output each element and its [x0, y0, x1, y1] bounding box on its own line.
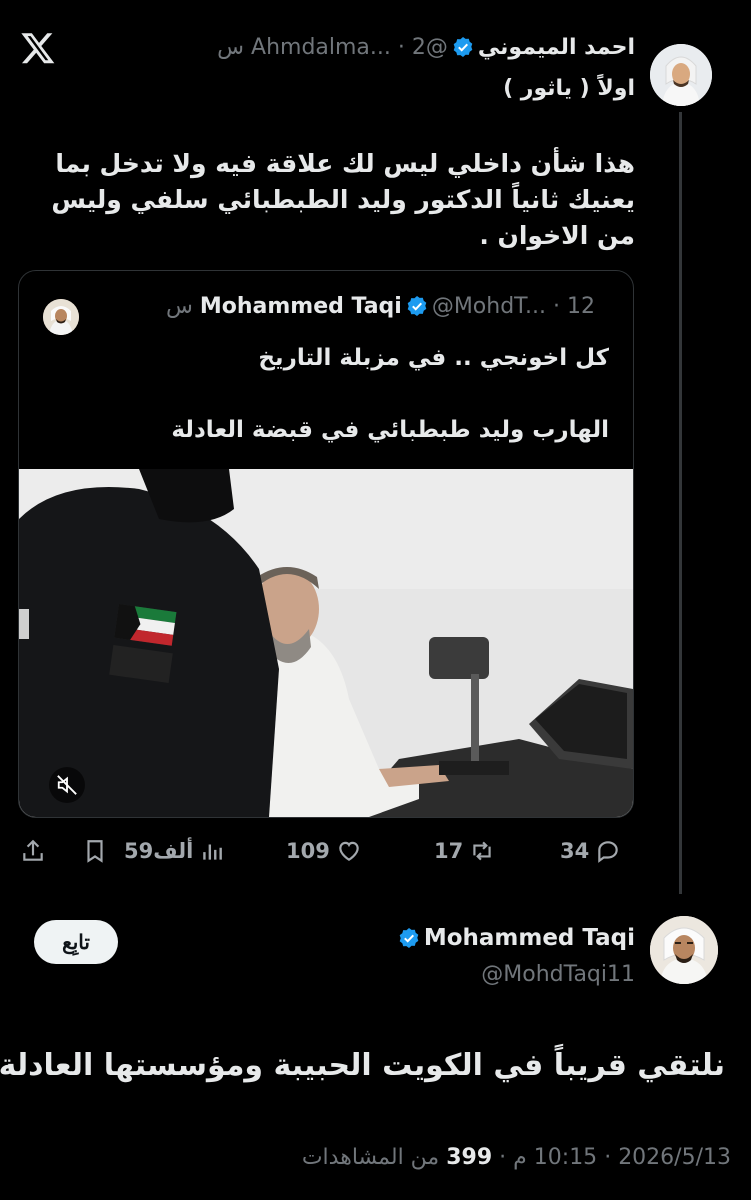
mute-button[interactable] [49, 767, 85, 803]
post-time[interactable]: 10:15 م [513, 1145, 597, 1170]
post-meta: 2026/5/13 · 10:15 م · 399 من المشاهدات [302, 1145, 731, 1170]
post-text: نلتقي قريباً في الكويت الحبيبة ومؤسستها … [0, 1048, 725, 1083]
heart-icon [339, 841, 359, 861]
reply-header: احمد الميموني@Ahmdalma... · 2 س [217, 34, 635, 62]
video-player[interactable] [19, 469, 633, 817]
quote-author-name: Mohammed Taqi [199, 294, 402, 319]
quoted-tweet[interactable]: Mohammed Taqi @MohdT... · 12 س كل اخونجي … [18, 270, 634, 818]
reply-count: 34 [560, 839, 590, 863]
author-avatar[interactable] [650, 916, 718, 984]
repost-icon [473, 841, 491, 861]
author-name[interactable]: احمد الميموني [478, 35, 635, 60]
quote-text-line-1: كل اخونجي .. في مزبلة التاريخ [258, 345, 609, 371]
repost-count: 17 [434, 839, 464, 863]
thread-line [679, 112, 682, 894]
author-handle[interactable]: @MohdTaqi11 [481, 962, 635, 987]
views-count: 399 [446, 1145, 493, 1170]
quote-header: Mohammed Taqi @MohdT... · 12 س [166, 293, 595, 321]
like-count: 109 [286, 839, 330, 863]
avatar[interactable] [650, 44, 712, 106]
share-action[interactable] [20, 832, 46, 870]
views-label: من المشاهدات [301, 1145, 440, 1170]
reply-action[interactable]: 34 [560, 832, 621, 870]
author-name-row: Mohammed Taqi [394, 925, 635, 951]
reply-body: هذا شأن داخلي ليس لك علاقة فيه ولا تدخل … [51, 149, 635, 250]
quote-avatar [43, 299, 79, 335]
verified-badge-icon [453, 37, 473, 57]
share-icon [23, 839, 43, 861]
verified-badge-icon [399, 928, 419, 948]
mute-icon [57, 775, 77, 795]
views-action[interactable]: 59ألف [124, 832, 225, 870]
reply-icon [598, 841, 618, 863]
separator: · [397, 35, 405, 60]
post-date[interactable]: 2026/5/13 [618, 1145, 731, 1170]
x-logo-icon[interactable] [20, 30, 56, 66]
bookmark-icon [87, 840, 103, 863]
repost-action[interactable]: 17 [434, 832, 495, 870]
verified-badge-icon [407, 296, 427, 316]
views-count: 59ألف [124, 839, 194, 863]
quote-author-handle: @MohdT... [431, 294, 546, 319]
separator: · [553, 294, 560, 319]
follow-button[interactable]: تابِع [34, 920, 118, 964]
video-frame [19, 469, 633, 817]
reply-first-line: اولاً ( ياثور ) [503, 76, 635, 101]
analytics-icon [203, 844, 223, 860]
author-name[interactable]: Mohammed Taqi [424, 925, 635, 951]
like-action[interactable]: 109 [286, 832, 362, 870]
bookmark-action[interactable] [82, 832, 108, 870]
quote-text-line-2: الهارب وليد طبطبائي في قبضة العادلة [171, 417, 609, 443]
